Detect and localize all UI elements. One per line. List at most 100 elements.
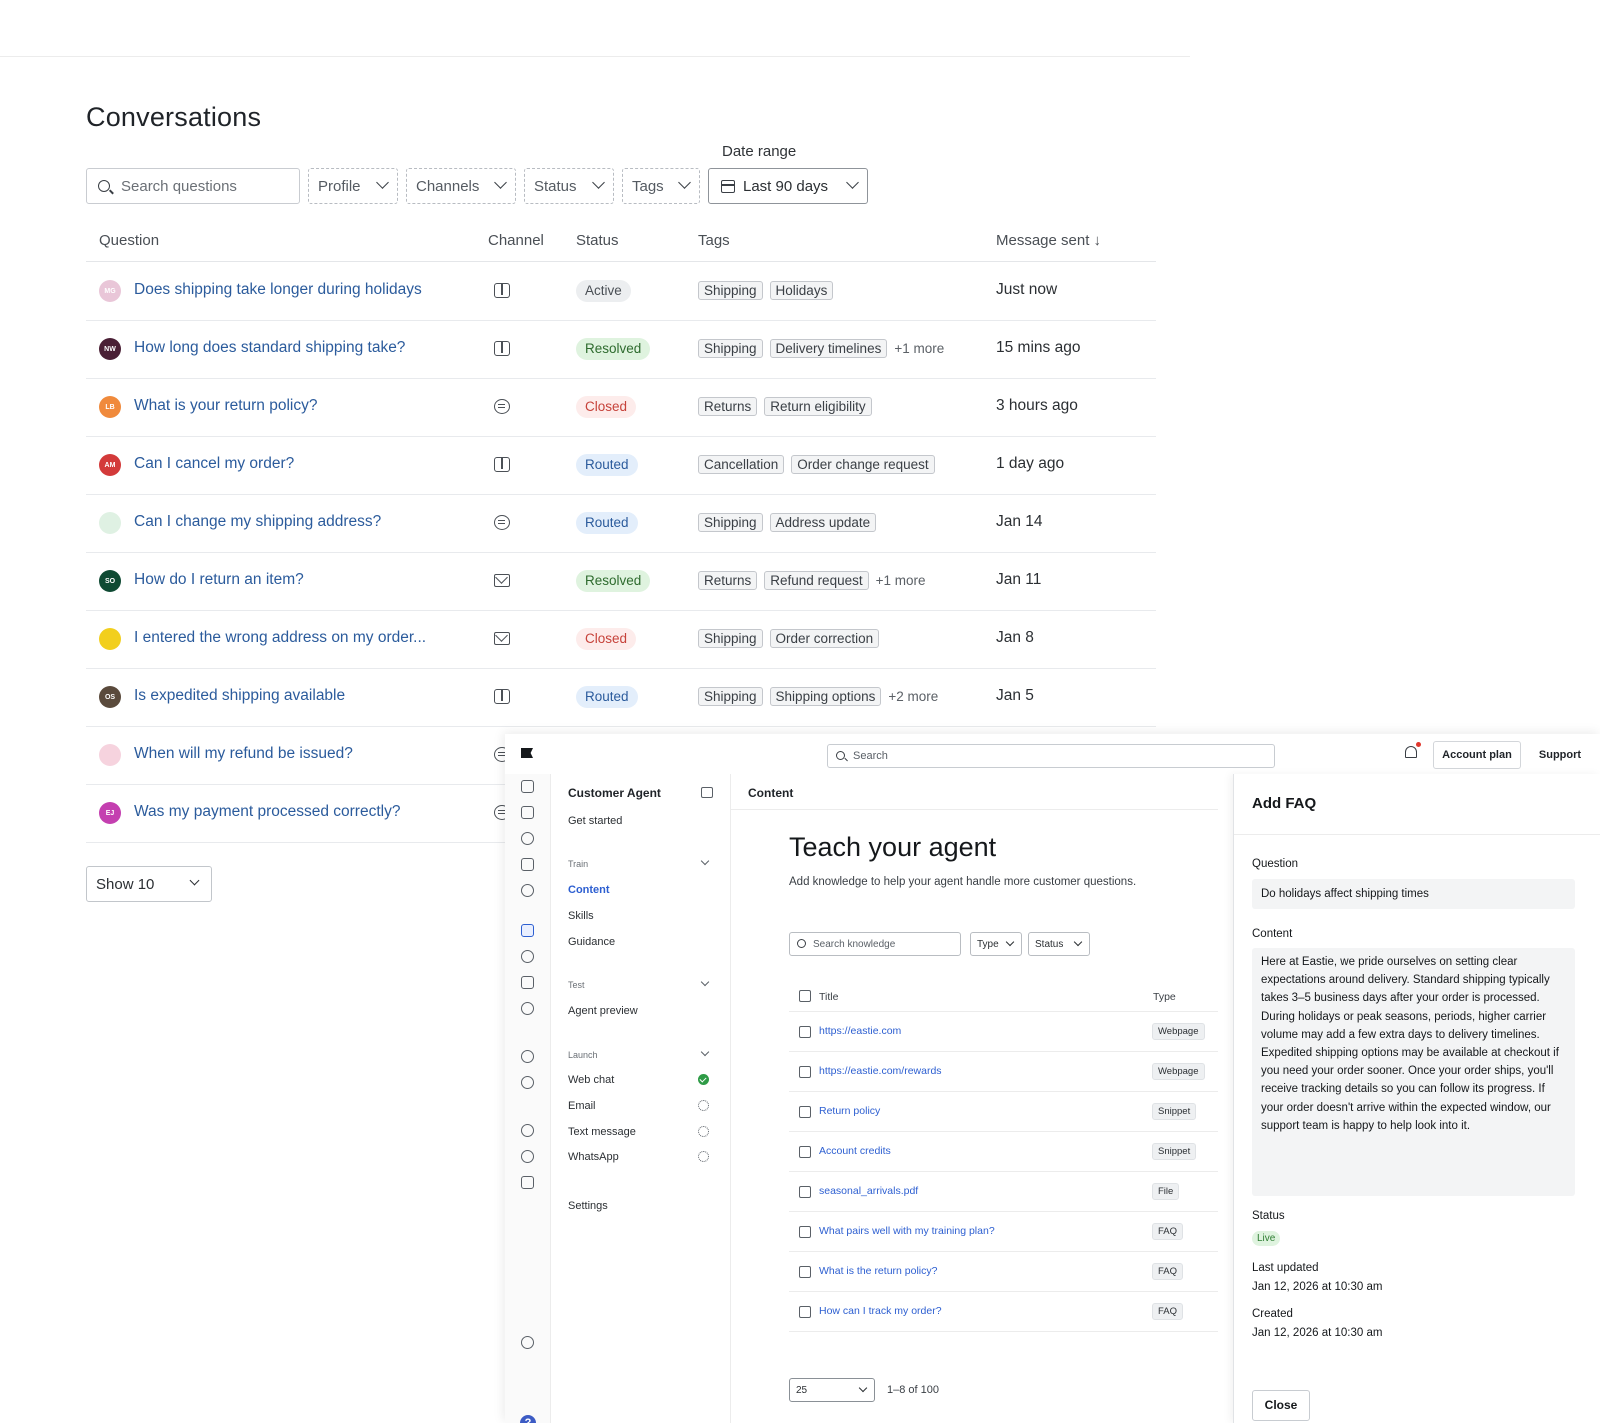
content-textarea[interactable]: Here at Eastie, we pride ourselves on se… [1252,948,1575,1196]
people-icon[interactable] [521,832,534,845]
list-item[interactable]: Return policy Snippet [789,1092,1218,1132]
knowledge-title-link[interactable]: What is the return policy? [819,1265,937,1277]
question-link[interactable]: What is your return policy? [134,397,318,415]
row-checkbox[interactable] [799,1026,811,1038]
table-row[interactable]: Can I change my shipping address? Routed S… [86,494,1156,553]
list-icon[interactable] [521,858,534,871]
knowledge-title-link[interactable]: How can I track my order? [819,1305,942,1317]
sidebar-item-content[interactable]: Content [568,884,610,896]
more-tags-link[interactable]: +1 more [894,341,944,356]
table-row[interactable]: MG Does shipping take longer during holid… [86,262,1156,321]
row-checkbox[interactable] [799,1066,811,1078]
list-item[interactable]: seasonal_arrivals.pdf File [789,1172,1218,1212]
list-item[interactable]: How can I track my order? FAQ [789,1292,1218,1332]
question-link[interactable]: How do I return an item? [134,571,304,589]
tags-filter[interactable]: Tags [622,168,700,204]
knowledge-title-link[interactable]: https://eastie.com/rewards [819,1065,942,1077]
sidebar-item-email[interactable]: Email [568,1100,596,1112]
send-icon[interactable] [521,806,534,819]
tag: Shipping [698,629,763,648]
notifications-bell-icon[interactable] [1405,746,1417,758]
row-checkbox[interactable] [799,1306,811,1318]
list-item[interactable]: What is the return policy? FAQ [789,1252,1218,1292]
type-filter[interactable]: Type [970,932,1022,956]
question-link[interactable]: Is expedited shipping available [134,687,345,705]
table-row[interactable]: SO How do I return an item? Resolved Return… [86,552,1156,611]
table-row[interactable]: OS Is expedited shipping available Routed S… [86,668,1156,727]
chevron-down-icon[interactable] [700,1047,710,1057]
workflow-icon[interactable] [521,1076,534,1089]
question-field[interactable]: Do holidays affect shipping times [1252,879,1575,909]
sidebar-item-text-message[interactable]: Text message [568,1126,636,1138]
sidebar-item-settings[interactable]: Settings [568,1200,608,1212]
question-link[interactable]: Was my payment processed correctly? [134,803,400,821]
knowledge-title-link[interactable]: seasonal_arrivals.pdf [819,1185,918,1197]
list-item[interactable]: https://eastie.com/rewards Webpage [789,1052,1218,1092]
reports-icon[interactable] [521,1002,534,1015]
knowledge-title-link[interactable]: Return policy [819,1105,880,1117]
channels-filter[interactable]: Channels [406,168,516,204]
row-checkbox[interactable] [799,1146,811,1158]
question-link[interactable]: Can I change my shipping address? [134,513,381,531]
sidebar-item-get-started[interactable]: Get started [568,815,622,827]
list-item[interactable]: https://eastie.com Webpage [789,1012,1218,1052]
select-all-checkbox[interactable] [799,990,811,1002]
sidebar-item-whatsapp[interactable]: WhatsApp [568,1151,619,1163]
knowledge-title-link[interactable]: https://eastie.com [819,1025,901,1037]
column-message-sent-sort[interactable]: Message sent ↓ [996,232,1101,249]
close-button[interactable]: Close [1252,1390,1310,1421]
page-size-select[interactable]: Show 10 [86,866,212,902]
rows-per-page-select[interactable]: 25 [789,1378,875,1402]
chevron-down-icon[interactable] [700,977,710,987]
help-icon[interactable]: ? [520,1415,536,1423]
brush-icon[interactable] [521,1150,534,1163]
inbox-icon[interactable] [521,976,534,989]
star-icon[interactable] [521,884,534,897]
question-link[interactable]: I entered the wrong address on my order.… [134,629,426,647]
knowledge-title-link[interactable]: What pairs well with my training plan? [819,1225,995,1237]
status-filter[interactable]: Status [1028,932,1090,956]
support-button[interactable]: Support [1527,741,1593,769]
row-checkbox[interactable] [799,1266,811,1278]
sidebar-item-agent-preview[interactable]: Agent preview [568,1005,638,1017]
global-search-input[interactable]: Search [827,744,1275,768]
chevron-down-icon[interactable] [700,856,710,866]
gear-icon[interactable] [698,1151,709,1162]
sidebar-toggle-icon[interactable] [701,787,713,798]
account-plan-button[interactable]: Account plan [1433,741,1521,769]
knowledge-title-link[interactable]: Account credits [819,1145,891,1157]
tag-list: Shipping Delivery timelines +1 more [698,339,944,358]
question-link[interactable]: Can I cancel my order? [134,455,294,473]
cart-icon[interactable] [521,1176,534,1189]
date-range-select[interactable]: Last 90 days [708,168,868,204]
table-row[interactable]: LB What is your return policy? Closed Retur… [86,378,1156,437]
search-knowledge-input[interactable]: Search knowledge [789,932,961,956]
question-link[interactable]: Does shipping take longer during holiday… [134,281,422,299]
contacts-icon[interactable] [521,950,534,963]
table-row[interactable]: I entered the wrong address on my order.… [86,610,1156,669]
sidebar-item-guidance[interactable]: Guidance [568,936,615,948]
question-link[interactable]: How long does standard shipping take? [134,339,405,357]
row-checkbox[interactable] [799,1106,811,1118]
loading-icon[interactable] [521,1124,534,1137]
list-item[interactable]: Account credits Snippet [789,1132,1218,1172]
search-questions-input[interactable]: Search questions [86,168,300,204]
question-link[interactable]: When will my refund be issued? [134,745,353,763]
row-checkbox[interactable] [799,1186,811,1198]
apps-icon[interactable] [521,1336,534,1349]
sidebar-item-web-chat[interactable]: Web chat [568,1074,614,1086]
agent-icon[interactable] [521,924,534,937]
gear-icon[interactable] [698,1126,709,1137]
list-item[interactable]: What pairs well with my training plan? FA… [789,1212,1218,1252]
row-checkbox[interactable] [799,1226,811,1238]
profile-filter[interactable]: Profile [308,168,398,204]
sidebar-item-skills[interactable]: Skills [568,910,594,922]
table-row[interactable]: NW How long does standard shipping take? R… [86,320,1156,379]
home-icon[interactable] [521,780,534,793]
status-filter[interactable]: Status [524,168,614,204]
more-tags-link[interactable]: +1 more [876,573,926,588]
lightbulb-icon[interactable] [521,1050,534,1063]
gear-icon[interactable] [698,1100,709,1111]
table-row[interactable]: AM Can I cancel my order? Routed Cancellati… [86,436,1156,495]
more-tags-link[interactable]: +2 more [888,689,938,704]
